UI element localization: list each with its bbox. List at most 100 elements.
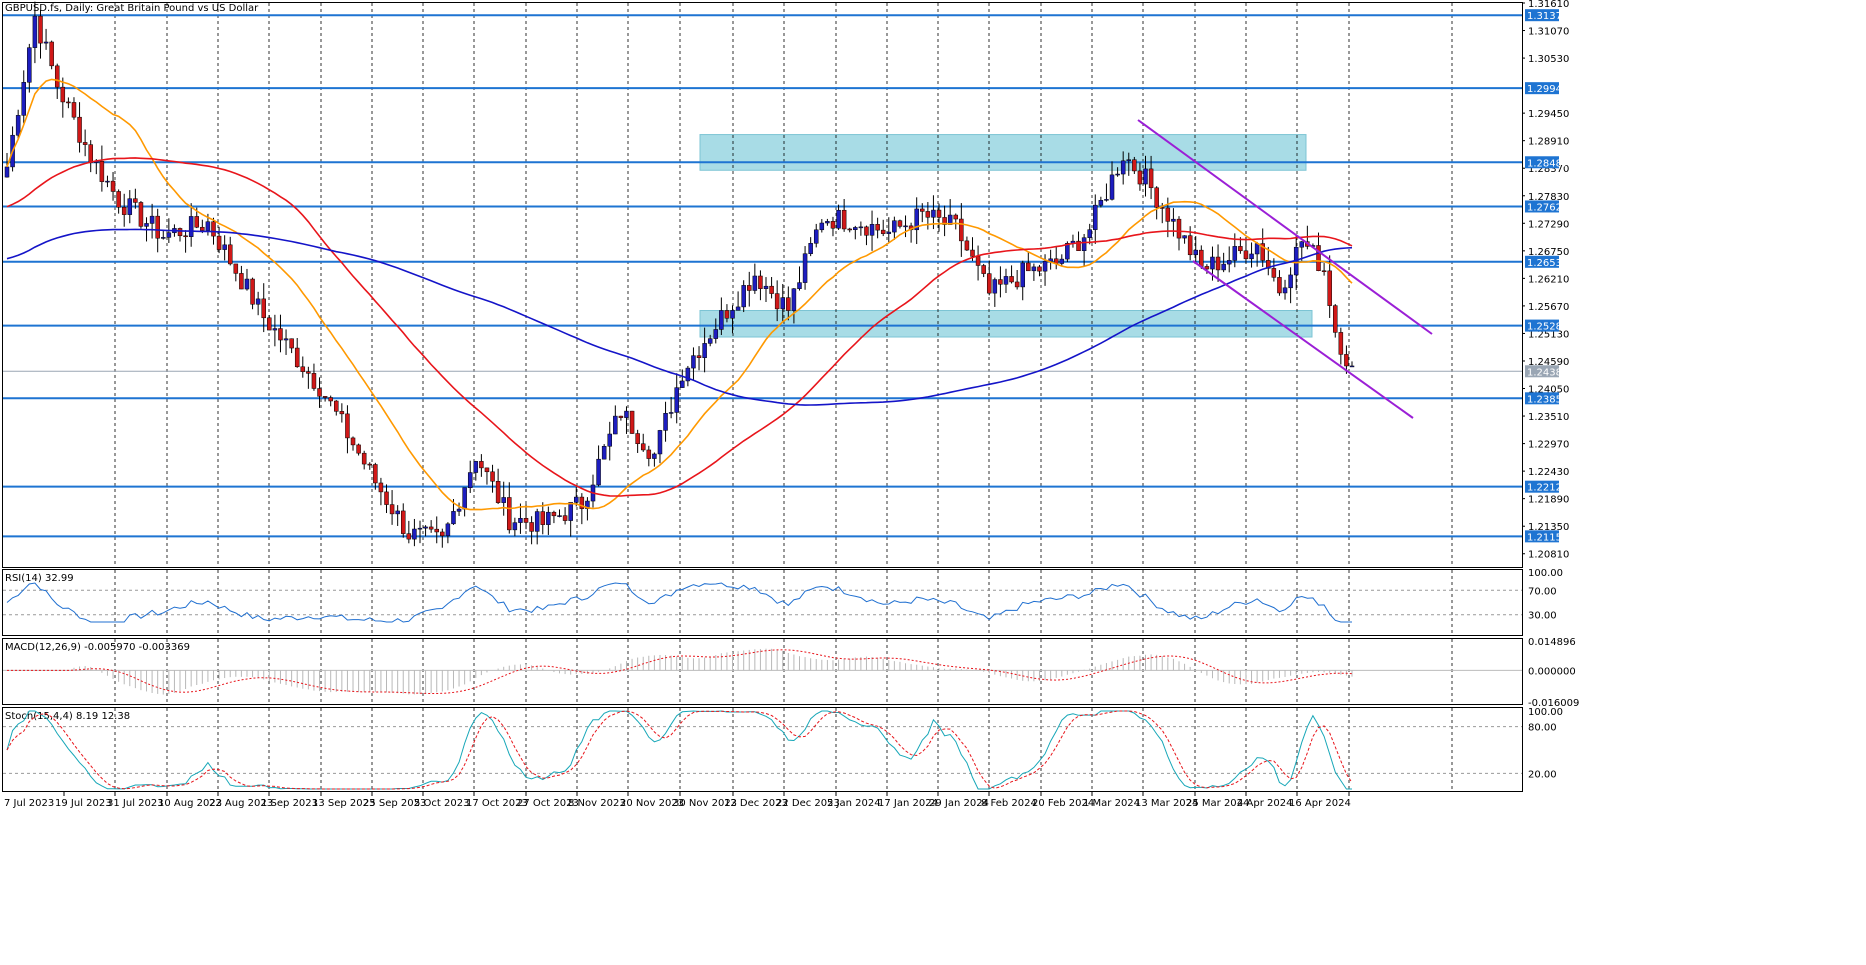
bull-candle — [462, 487, 467, 510]
price-level-tag-text: 1.28487 — [1527, 158, 1568, 169]
bear-candle — [696, 355, 702, 358]
price-level-tag-text: 1.21151 — [1527, 532, 1568, 543]
bull-candle — [819, 222, 825, 231]
bull-candle — [1115, 173, 1120, 176]
bear-candle — [1014, 281, 1020, 288]
bear-candle — [1271, 268, 1277, 278]
date-tick-label: 16 Apr 2024 — [1289, 798, 1351, 809]
bull-candle — [691, 355, 696, 369]
bull-candle — [892, 220, 897, 233]
bull-candle — [1087, 229, 1092, 238]
price-tick-label: 1.21890 — [1528, 495, 1569, 506]
bull-candle — [395, 510, 400, 515]
bear-candle — [155, 215, 160, 239]
bear-candle — [786, 297, 791, 311]
bull-candle — [825, 221, 830, 224]
bull-candle — [1020, 262, 1025, 288]
indicator-tick-label: 0.000000 — [1528, 666, 1576, 677]
bear-candle — [99, 160, 105, 182]
bull-candle — [272, 328, 278, 331]
bull-candle — [1081, 237, 1087, 252]
bull-candle — [1249, 253, 1254, 260]
bull-candle — [423, 526, 428, 529]
bear-candle — [970, 249, 975, 257]
bear-candle — [1137, 170, 1143, 185]
bull-candle — [702, 343, 707, 358]
bear-candle — [306, 371, 311, 374]
chart-window[interactable]: GBPUSD.fs, Daily: Great Britain Pound vs… — [0, 0, 1866, 965]
bull-candle — [903, 225, 908, 228]
price-tick-label: 1.27290 — [1528, 219, 1569, 230]
bull-candle — [802, 253, 808, 283]
date-tick-label: 29 Jan 2024 — [929, 798, 989, 809]
bear-candle — [629, 410, 635, 434]
bull-candle — [451, 511, 456, 525]
bull-candle — [166, 232, 172, 238]
bull-candle — [1031, 266, 1037, 272]
bear-candle — [183, 235, 188, 238]
bear-candle — [1321, 270, 1327, 272]
bear-candle — [110, 180, 116, 192]
bear-candle — [1165, 207, 1171, 222]
bull-candle — [21, 82, 26, 116]
bear-candle — [216, 235, 222, 250]
bull-candle — [534, 511, 540, 532]
bull-candle — [1143, 168, 1148, 185]
bear-candle — [864, 226, 869, 236]
bull-candle — [1093, 204, 1098, 230]
bear-candle — [88, 144, 93, 163]
bull-candle — [652, 453, 657, 459]
price-level-tag-text: 1.29940 — [1527, 84, 1568, 95]
bull-candle — [931, 209, 936, 218]
bull-candle — [417, 527, 423, 530]
bear-candle — [484, 467, 490, 473]
price-level-tag-text: 1.27620 — [1527, 202, 1568, 213]
bear-candle — [1204, 266, 1210, 270]
bear-candle — [747, 285, 752, 291]
bear-candle — [964, 240, 970, 251]
date-tick-label: 5 Oct 2023 — [414, 798, 469, 809]
bull-candle — [1349, 365, 1355, 368]
price-level-tag-text: 1.23858 — [1527, 394, 1568, 405]
bull-candle — [741, 285, 746, 308]
bull-candle — [752, 275, 758, 291]
bear-candle — [60, 86, 66, 103]
price-axis[interactable]: 1.316101.310701.305301.294501.289101.283… — [1522, 0, 1569, 561]
bull-candle — [244, 278, 250, 290]
bull-candle — [1282, 287, 1288, 294]
bear-candle — [1176, 218, 1182, 239]
bull-candle — [735, 306, 741, 311]
bull-candle — [557, 515, 562, 517]
bear-candle — [38, 15, 43, 44]
bull-candle — [546, 511, 551, 525]
bear-candle — [434, 528, 439, 533]
bull-candle — [1059, 258, 1065, 264]
bear-candle — [507, 497, 512, 531]
bear-candle — [384, 491, 389, 505]
date-tick-label: 31 Jul 2023 — [107, 798, 164, 809]
bull-candle — [836, 209, 841, 229]
bear-candle — [278, 328, 283, 341]
chart-canvas[interactable]: GBPUSD.fs, Daily: Great Britain Pound vs… — [0, 0, 1866, 965]
bull-candle — [1109, 174, 1115, 200]
bull-candle — [144, 223, 149, 227]
bull-candle — [501, 497, 506, 503]
date-tick-label: 19 Jul 2023 — [55, 798, 112, 809]
date-tick-label: 5 Jan 2024 — [827, 798, 881, 809]
bear-candle — [986, 273, 992, 294]
bear-candle — [920, 208, 925, 212]
bull-candle — [668, 412, 674, 414]
bear-candle — [959, 218, 964, 242]
bear-candle — [925, 211, 931, 218]
bear-candle — [328, 397, 333, 402]
bear-candle — [233, 263, 239, 274]
date-tick-label: 4 Apr 2024 — [1237, 798, 1292, 809]
bull-candle — [1288, 274, 1293, 289]
bear-candle — [361, 452, 367, 465]
price-tick-label: 1.22430 — [1528, 467, 1569, 478]
bull-candle — [255, 298, 261, 305]
bear-candle — [897, 220, 903, 227]
indicator-tick-label: 70.00 — [1528, 586, 1557, 597]
bear-candle — [133, 198, 138, 203]
indicator-tick-label: 80.00 — [1528, 723, 1557, 734]
